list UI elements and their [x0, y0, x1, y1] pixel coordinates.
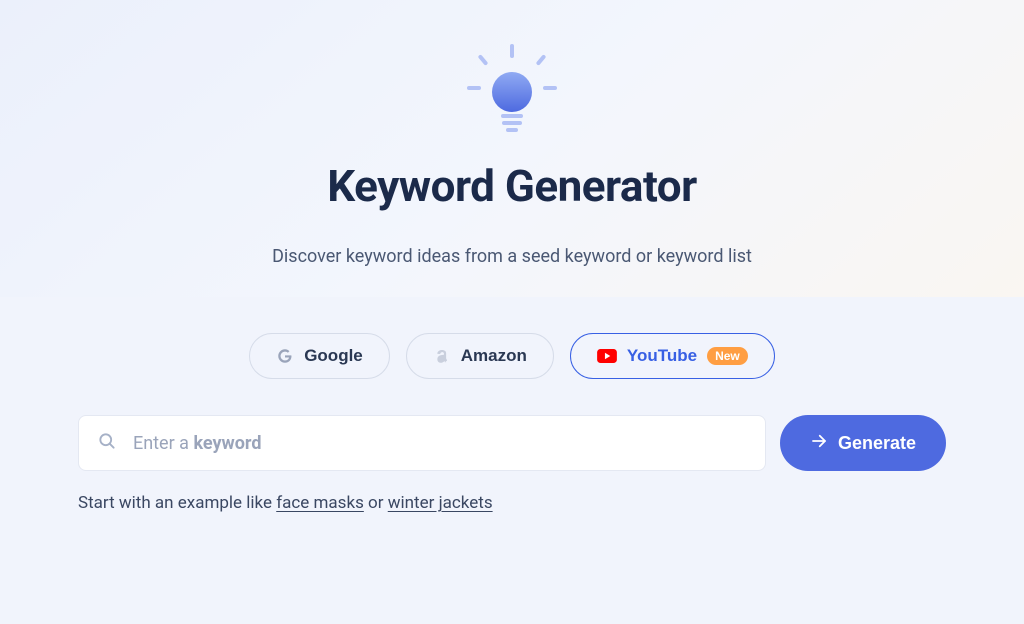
- new-badge: New: [707, 347, 748, 365]
- page-subtitle: Discover keyword ideas from a seed keywo…: [272, 246, 752, 267]
- example-link-face-masks[interactable]: face masks: [276, 493, 364, 513]
- google-icon: [276, 347, 294, 365]
- tab-label: Google: [304, 346, 363, 366]
- page-title: Keyword Generator: [327, 160, 697, 212]
- tab-google[interactable]: Google: [249, 333, 390, 379]
- example-text: Start with an example like face masks or…: [78, 493, 946, 513]
- source-tabs: Google Amazon YouTube New: [249, 333, 775, 379]
- generate-label: Generate: [838, 433, 916, 454]
- lightbulb-icon: [467, 44, 557, 140]
- tab-youtube[interactable]: YouTube New: [570, 333, 775, 379]
- search-box: Enter a keyword: [78, 415, 766, 471]
- example-link-winter-jackets[interactable]: winter jackets: [388, 493, 493, 513]
- keyword-input[interactable]: [133, 433, 747, 454]
- youtube-icon: [597, 349, 617, 363]
- tab-label: Amazon: [461, 346, 527, 366]
- amazon-icon: [433, 347, 451, 365]
- search-icon: [97, 431, 117, 455]
- search-row: Enter a keyword Generate: [78, 415, 946, 471]
- tab-label: YouTube: [627, 346, 697, 366]
- tab-amazon[interactable]: Amazon: [406, 333, 554, 379]
- generate-button[interactable]: Generate: [780, 415, 946, 471]
- hero-section: Keyword Generator Discover keyword ideas…: [0, 0, 1024, 297]
- arrow-right-icon: [810, 432, 828, 455]
- controls-section: Google Amazon YouTube New Enter a keywor…: [0, 297, 1024, 624]
